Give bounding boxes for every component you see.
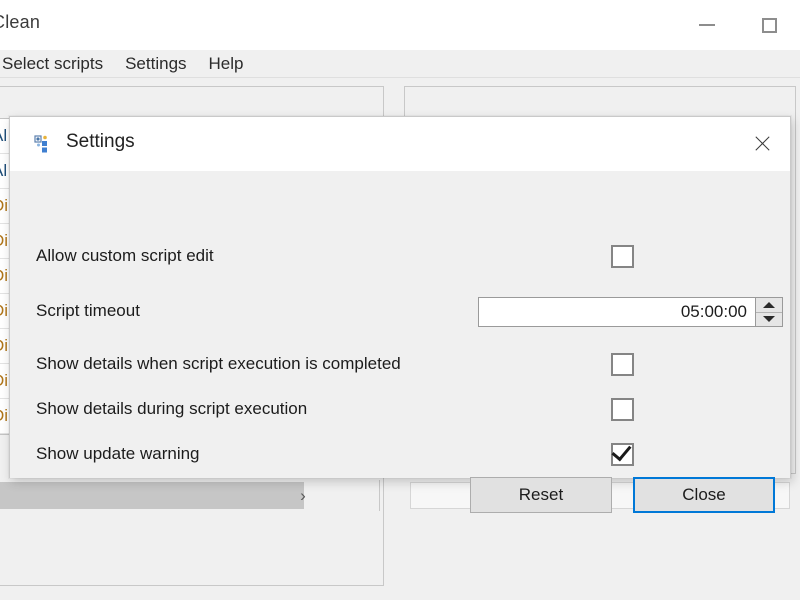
- settings-dialog: Settings Allow custom script edit Script…: [9, 116, 791, 478]
- menu-item-settings[interactable]: Settings: [114, 54, 197, 74]
- show-details-during-checkbox[interactable]: [611, 398, 634, 421]
- maximize-icon: [762, 18, 777, 33]
- setting-row-allow-custom-script-edit: Allow custom script edit: [10, 241, 790, 271]
- allow-custom-script-edit-checkbox[interactable]: [611, 245, 634, 268]
- checkmark-icon: [612, 441, 632, 462]
- spinner-decrement-button[interactable]: [756, 313, 782, 327]
- menu-item-select-scripts[interactable]: Select scripts: [0, 54, 114, 74]
- setting-row-show-details-during: Show details during script execution: [10, 394, 790, 424]
- menu-bar: Select scripts Settings Help: [0, 50, 800, 78]
- minimize-icon: [699, 24, 715, 26]
- setting-label: Show details when script execution is co…: [36, 349, 401, 379]
- settings-dialog-title: Settings: [66, 131, 135, 153]
- script-timeout-input[interactable]: 05:00:00: [478, 297, 756, 327]
- minimize-button[interactable]: [676, 0, 738, 50]
- script-timeout-spin-buttons[interactable]: [756, 297, 783, 327]
- scrollbar-thumb[interactable]: [0, 482, 304, 509]
- horizontal-scrollbar[interactable]: ›: [0, 480, 380, 511]
- application-window: Clean Select scripts Settings Help Al Al…: [0, 0, 800, 600]
- close-icon: [753, 135, 771, 153]
- setting-label: Script timeout: [36, 296, 140, 326]
- chevron-up-icon: [763, 302, 775, 308]
- scroll-right-arrow-icon[interactable]: ›: [269, 480, 337, 511]
- window-titlebar: Clean: [0, 0, 800, 51]
- reset-button[interactable]: Reset: [470, 477, 612, 513]
- chevron-down-icon: [763, 316, 775, 322]
- close-button[interactable]: Close: [633, 477, 775, 513]
- window-controls: [676, 0, 800, 50]
- script-timeout-spinner[interactable]: 05:00:00: [478, 297, 783, 327]
- window-title: Clean: [0, 12, 40, 33]
- menu-item-list: Select scripts Settings Help: [0, 50, 255, 77]
- settings-dialog-close-button[interactable]: [734, 117, 790, 171]
- menu-item-help[interactable]: Help: [198, 54, 255, 74]
- setting-row-show-update-warning: Show update warning: [10, 439, 790, 469]
- maximize-button[interactable]: [738, 0, 800, 50]
- show-details-completed-checkbox[interactable]: [611, 353, 634, 376]
- setting-label: Show details during script execution: [36, 394, 307, 424]
- setting-row-script-timeout: Script timeout 05:00:00: [10, 296, 790, 326]
- settings-dialog-body: Allow custom script edit Script timeout …: [10, 171, 790, 478]
- setting-row-show-details-completed: Show details when script execution is co…: [10, 349, 790, 379]
- settings-app-icon: [32, 134, 53, 155]
- setting-label: Show update warning: [36, 439, 200, 469]
- setting-label: Allow custom script edit: [36, 241, 214, 271]
- settings-dialog-titlebar: Settings: [10, 117, 790, 171]
- show-update-warning-checkbox[interactable]: [611, 443, 634, 466]
- spinner-increment-button[interactable]: [756, 298, 782, 313]
